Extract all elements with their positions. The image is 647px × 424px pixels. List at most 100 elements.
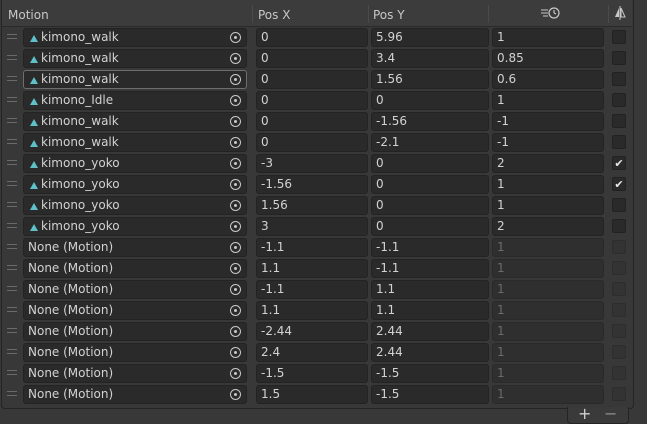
motion-object-field[interactable]: kimono_walk [23, 70, 247, 89]
pos-y-field[interactable]: 1.1 [371, 280, 489, 299]
object-picker-icon[interactable] [230, 368, 241, 379]
pos-y-field[interactable]: 0 [371, 154, 489, 173]
pos-y-field[interactable]: -1.5 [371, 385, 489, 404]
mirror-checkbox[interactable]: ✔ [612, 156, 626, 170]
mirror-checkbox[interactable]: ✔ [612, 177, 626, 191]
pos-y-field[interactable]: -1.1 [371, 238, 489, 257]
motion-object-field[interactable]: None (Motion) [23, 322, 247, 341]
motion-object-field[interactable]: None (Motion) [23, 343, 247, 362]
motion-object-field[interactable]: kimono_walk [23, 28, 247, 47]
pos-x-field[interactable]: 0 [256, 49, 368, 68]
drag-handle-icon[interactable] [7, 118, 17, 123]
pos-x-field[interactable]: -1.5 [256, 364, 368, 383]
time-scale-field[interactable]: 1 [492, 175, 604, 194]
drag-handle-icon[interactable] [7, 307, 17, 312]
time-scale-field[interactable]: 0.6 [492, 70, 604, 89]
mirror-checkbox[interactable] [612, 93, 626, 107]
drag-handle-icon[interactable] [7, 244, 17, 249]
object-picker-icon[interactable] [230, 347, 241, 358]
object-picker-icon[interactable] [230, 116, 241, 127]
mirror-checkbox[interactable] [612, 72, 626, 86]
object-picker-icon[interactable] [230, 200, 241, 211]
object-picker-icon[interactable] [230, 53, 241, 64]
motion-object-field[interactable]: kimono_yoko [23, 217, 247, 236]
drag-handle-icon[interactable] [7, 202, 17, 207]
pos-x-field[interactable]: 0 [256, 91, 368, 110]
object-picker-icon[interactable] [230, 179, 241, 190]
remove-motion-button[interactable]: − [604, 405, 617, 423]
motion-object-field[interactable]: None (Motion) [23, 385, 247, 404]
motion-object-field[interactable]: kimono_walk [23, 112, 247, 131]
drag-handle-icon[interactable] [7, 265, 17, 270]
object-picker-icon[interactable] [230, 242, 241, 253]
pos-x-field[interactable]: 0 [256, 112, 368, 131]
mirror-checkbox[interactable] [612, 51, 626, 65]
drag-handle-icon[interactable] [7, 34, 17, 39]
object-picker-icon[interactable] [230, 95, 241, 106]
pos-y-field[interactable]: -1.56 [371, 112, 489, 131]
pos-y-field[interactable]: -1.1 [371, 259, 489, 278]
drag-handle-icon[interactable] [7, 328, 17, 333]
pos-y-field[interactable]: 0 [371, 196, 489, 215]
object-picker-icon[interactable] [230, 32, 241, 43]
drag-handle-icon[interactable] [7, 223, 17, 228]
object-picker-icon[interactable] [230, 389, 241, 400]
time-scale-field[interactable]: 2 [492, 154, 604, 173]
object-picker-icon[interactable] [230, 305, 241, 316]
motion-object-field[interactable]: kimono_walk [23, 49, 247, 68]
motion-object-field[interactable]: kimono_yoko [23, 154, 247, 173]
drag-handle-icon[interactable] [7, 286, 17, 291]
pos-x-field[interactable]: 3 [256, 217, 368, 236]
drag-handle-icon[interactable] [7, 76, 17, 81]
motion-object-field[interactable]: kimono_Idle [23, 91, 247, 110]
pos-x-field[interactable]: 0 [256, 28, 368, 47]
pos-y-field[interactable]: 5.96 [371, 28, 489, 47]
time-scale-field[interactable]: 1 [492, 91, 604, 110]
object-picker-icon[interactable] [230, 74, 241, 85]
mirror-checkbox[interactable] [612, 114, 626, 128]
mirror-checkbox[interactable] [612, 30, 626, 44]
drag-handle-icon[interactable] [7, 370, 17, 375]
pos-y-field[interactable]: 0 [371, 217, 489, 236]
object-picker-icon[interactable] [230, 326, 241, 337]
pos-x-field[interactable]: 2.4 [256, 343, 368, 362]
time-scale-field[interactable]: -1 [492, 133, 604, 152]
motion-object-field[interactable]: kimono_yoko [23, 196, 247, 215]
drag-handle-icon[interactable] [7, 139, 17, 144]
drag-handle-icon[interactable] [7, 391, 17, 396]
pos-x-field[interactable]: -2.44 [256, 322, 368, 341]
mirror-checkbox[interactable] [612, 219, 626, 233]
pos-y-field[interactable]: 0 [371, 91, 489, 110]
pos-y-field[interactable]: 3.4 [371, 49, 489, 68]
pos-y-field[interactable]: -1.5 [371, 364, 489, 383]
pos-y-field[interactable]: 1.1 [371, 301, 489, 320]
pos-y-field[interactable]: 0 [371, 175, 489, 194]
drag-handle-icon[interactable] [7, 160, 17, 165]
drag-handle-icon[interactable] [7, 349, 17, 354]
time-scale-field[interactable]: 0.85 [492, 49, 604, 68]
time-scale-field[interactable]: 1 [492, 196, 604, 215]
drag-handle-icon[interactable] [7, 55, 17, 60]
object-picker-icon[interactable] [230, 221, 241, 232]
pos-x-field[interactable]: 0 [256, 70, 368, 89]
mirror-checkbox[interactable] [612, 198, 626, 212]
pos-x-field[interactable]: 1.5 [256, 385, 368, 404]
pos-y-field[interactable]: 2.44 [371, 343, 489, 362]
pos-x-field[interactable]: -1.1 [256, 280, 368, 299]
pos-x-field[interactable]: 0 [256, 133, 368, 152]
drag-handle-icon[interactable] [7, 97, 17, 102]
pos-x-field[interactable]: 1.1 [256, 301, 368, 320]
time-scale-field[interactable]: 2 [492, 217, 604, 236]
add-motion-button[interactable]: + [578, 405, 591, 423]
object-picker-icon[interactable] [230, 158, 241, 169]
motion-object-field[interactable]: None (Motion) [23, 238, 247, 257]
pos-x-field[interactable]: -3 [256, 154, 368, 173]
motion-object-field[interactable]: None (Motion) [23, 301, 247, 320]
motion-object-field[interactable]: None (Motion) [23, 364, 247, 383]
pos-x-field[interactable]: -1.1 [256, 238, 368, 257]
pos-x-field[interactable]: -1.56 [256, 175, 368, 194]
drag-handle-icon[interactable] [7, 181, 17, 186]
pos-y-field[interactable]: 1.56 [371, 70, 489, 89]
motion-object-field[interactable]: kimono_walk [23, 133, 247, 152]
object-picker-icon[interactable] [230, 284, 241, 295]
